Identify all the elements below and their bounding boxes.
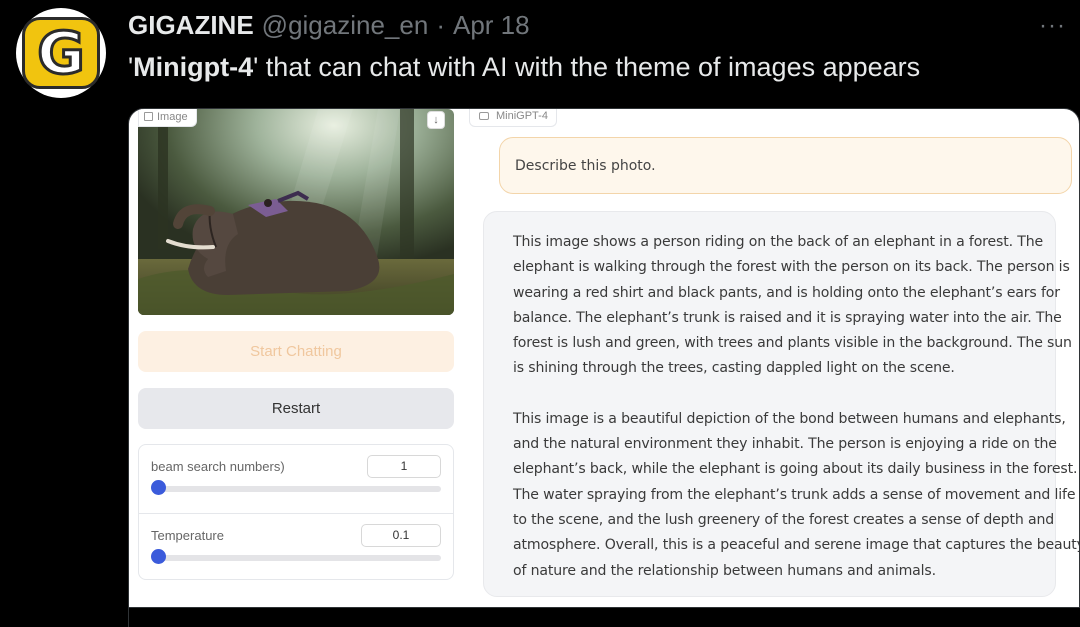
bot-message: This image shows a person riding on the … (483, 211, 1080, 597)
elephant-photo (138, 109, 454, 315)
start-chatting-button[interactable]: Start Chatting (138, 331, 454, 372)
image-icon (144, 112, 153, 121)
bot-message-line: atmosphere. Overall, this is a peaceful … (513, 537, 1080, 554)
author-handle[interactable]: @gigazine_en (262, 10, 429, 41)
gigazine-logo-icon: G (22, 17, 100, 89)
temperature-thumb[interactable] (151, 549, 166, 564)
temperature-label: Temperature (151, 528, 224, 543)
author-name[interactable]: GIGAZINE (128, 10, 254, 41)
bot-message-line: wearing a red shirt and black pants, and… (513, 284, 1060, 301)
download-icon[interactable]: ↓ (427, 111, 445, 129)
tweet-media-screenshot[interactable]: Image ↓ Start Chatting Restart beam sear… (128, 108, 1080, 608)
elephant-photo-drawing (138, 109, 454, 315)
image-panel: Image ↓ Start Chatting Restart beam sear… (129, 109, 465, 607)
bot-message-line: balance. The elephant’s trunk is raised … (513, 309, 1062, 326)
tweet-text-rest: ' that can chat with AI with the theme o… (253, 52, 921, 82)
temperature-track[interactable] (152, 555, 441, 561)
bot-message-line: This image is a beautiful depiction of t… (513, 410, 1066, 427)
beam-search-slider-row: beam search numbers) 1 (139, 445, 453, 511)
bot-message-line: of nature and the relationship between h… (513, 562, 936, 579)
beam-search-track[interactable] (152, 486, 441, 492)
parameters-panel: beam search numbers) 1 Temperature 0.1 (138, 444, 454, 580)
image-label-text: Image (157, 111, 188, 123)
header-separator: · (436, 10, 445, 40)
image-label: Image (138, 109, 197, 127)
chat-panel: MiniGPT-4 Describe this photo. This imag… (467, 109, 1080, 607)
restart-button[interactable]: Restart (138, 388, 454, 429)
beam-search-label: beam search numbers) (151, 459, 285, 474)
beam-search-input[interactable]: 1 (367, 455, 441, 478)
bot-message-line: and the natural environment they inhabit… (513, 436, 1057, 453)
chat-label: MiniGPT-4 (469, 109, 557, 127)
chat-label-text: MiniGPT-4 (496, 110, 548, 122)
tweet-text: 'Minigpt-4' that can chat with AI with t… (128, 52, 920, 83)
chat-icon (479, 112, 489, 120)
bot-message-line: elephant’s back, while the elephant is g… (513, 461, 1078, 478)
user-message: Describe this photo. (499, 137, 1072, 194)
bot-message-line: The water spraying from the elephant’s t… (513, 486, 1076, 503)
tweet-text-bold: Minigpt-4 (133, 52, 254, 82)
bot-message-line: is shining through the trees, casting da… (513, 360, 955, 377)
bot-message-line: to the scene, and the lush greenery of t… (513, 511, 1055, 528)
media-bottom-edge (128, 608, 1080, 627)
beam-search-thumb[interactable] (151, 480, 166, 495)
bot-message-line: elephant is walking through the forest w… (513, 259, 1070, 276)
author-avatar[interactable]: G (16, 8, 106, 98)
tweet-date[interactable]: Apr 18 (453, 10, 530, 41)
temperature-input[interactable]: 0.1 (361, 524, 441, 547)
bot-message-line: This image shows a person riding on the … (513, 234, 1044, 250)
tweet-header: GIGAZINE @gigazine_en · Apr 18 (128, 10, 530, 41)
bot-message-line: forest is lush and green, with trees and… (513, 335, 1072, 352)
bot-message-gap (513, 382, 1041, 407)
more-options-icon[interactable]: ··· (1039, 12, 1066, 40)
temperature-slider-row: Temperature 0.1 (139, 513, 453, 579)
